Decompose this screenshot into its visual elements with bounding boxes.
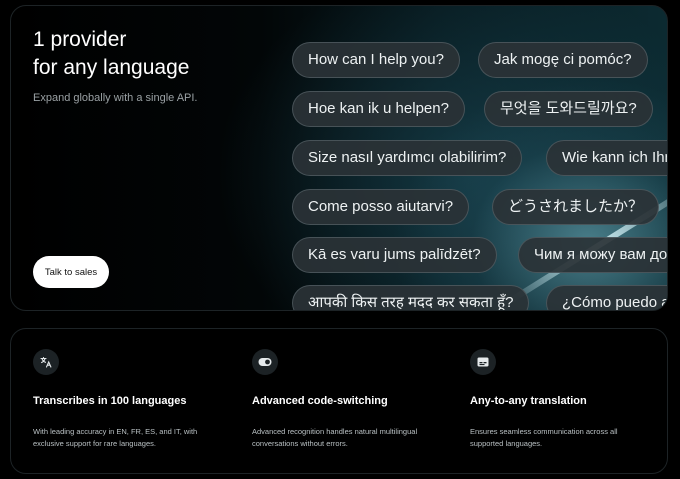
talk-to-sales-button[interactable]: Talk to sales (33, 256, 109, 288)
phrase-chip-dutch: Hoe kan ik u helpen? (292, 91, 465, 127)
hero-title-line-2: for any language (33, 56, 190, 79)
feature-translation: Any-to-any translation Ensures seamless … (458, 329, 648, 473)
toggle-switch-icon (252, 349, 278, 375)
features-panel: Transcribes in 100 languages With leadin… (10, 328, 668, 474)
phrase-chip-hindi: आपकी किस तरह मदद कर सकता हूँ? (292, 285, 530, 310)
phrase-chip-italian: Come posso aiutarvi? (292, 189, 470, 225)
phrase-chip-english: How can I help you? (292, 42, 460, 78)
phrase-chip-ukrainian: Чим я можу вам допомогти? (518, 237, 667, 273)
feature-title: Advanced code-switching (252, 395, 388, 407)
hero-subtitle: Expand globally with a single API. (33, 92, 198, 104)
feature-description: Advanced recognition handles natural mul… (252, 427, 418, 448)
feature-title: Any-to-any translation (470, 395, 587, 407)
feature-languages: Transcribes in 100 languages With leadin… (21, 329, 211, 473)
hero-panel: 1 provider for any language Expand globa… (10, 5, 668, 311)
phrase-chip-turkish: Size nasıl yardımcı olabilirim? (292, 140, 523, 176)
feature-description: With leading accuracy in EN, FR, ES, and… (33, 427, 198, 448)
phrase-chip-korean: 무엇을 도와드릴까요? (484, 91, 653, 127)
phrase-chip-spanish: ¿Cómo puedo ayudarte? (546, 285, 667, 310)
phrase-chip-latvian: Kā es varu jums palīdzēt? (292, 237, 497, 273)
phrase-chip-polish: Jak mogę ci pomóc? (478, 42, 648, 78)
translate-icon (33, 349, 59, 375)
phrase-chip-german: Wie kann ich Ihnen helfen? (546, 140, 667, 176)
subtitles-icon (470, 349, 496, 375)
feature-code-switching: Advanced code-switching Advanced recogni… (240, 329, 430, 473)
hero-title-line-1: 1 provider (33, 28, 127, 51)
hero-title: 1 provider for any language (33, 26, 273, 82)
phrase-chip-japanese: どうされましたか？ (492, 189, 660, 225)
feature-description: Ensures seamless communication across al… (470, 427, 618, 448)
feature-title: Transcribes in 100 languages (33, 395, 187, 407)
